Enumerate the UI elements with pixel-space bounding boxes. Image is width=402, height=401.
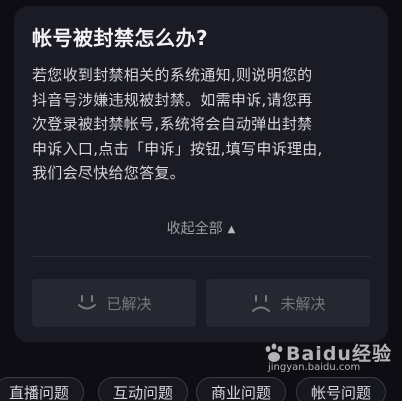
faq-answer-line: 抖音号涉嫌违规被封禁。如需申诉,请您再 [32,90,313,109]
frown-face-icon [252,295,271,312]
faq-answer-line: 若您收到封禁相关的系统通知,则说明您的 [32,66,313,84]
collapse-all-label: 收起全部 [166,221,223,237]
solved-button[interactable]: 已解决 [32,279,196,327]
tag-account[interactable]: 帐号问题 [296,377,387,401]
tag-live[interactable]: 直播问题 [0,377,85,401]
page: 帐号被封禁怎么办? 若您收到封禁相关的系统通知,则说明您的 抖音号涉嫌违规被封禁… [0,0,402,401]
collapse-all-button[interactable]: 收起全部 ▲ [14,218,388,238]
faq-answer-line: 申诉入口,点击「申诉」按钮,填写申诉理由, [32,139,323,158]
tag-business[interactable]: 商业问题 [196,377,287,401]
faq-answer: 若您收到封禁相关的系统通知,则说明您的 抖音号涉嫌违规被封禁。如需申诉,请您再 … [32,63,374,186]
triangle-up-icon: ▲ [227,224,236,235]
smile-face-icon [78,295,97,310]
baidu-jingyan-watermark: Baidu经验 jingyan.baidu.com [262,337,398,377]
solved-label: 已解决 [106,294,152,313]
category-tags: 直播问题 互动问题 商业问题 帐号问题 [0,377,402,401]
faq-answer-line: 次登录被封禁帐号,系统将会自动弹出封禁 [32,115,313,133]
faq-card: 帐号被封禁怎么办? 若您收到封禁相关的系统通知,则说明您的 抖音号涉嫌违规被封禁… [14,6,388,342]
watermark-url: jingyan.baidu.com [268,362,361,373]
paw-icon [265,343,283,362]
unsolved-label: 未解决 [280,294,326,313]
faq-title: 帐号被封禁怎么办? [32,26,209,50]
faq-answer-line: 我们会尽快给您答复。 [32,164,186,182]
tag-interaction[interactable]: 互动问题 [98,377,189,401]
unsolved-button[interactable]: 未解决 [206,279,370,327]
divider [32,256,370,257]
